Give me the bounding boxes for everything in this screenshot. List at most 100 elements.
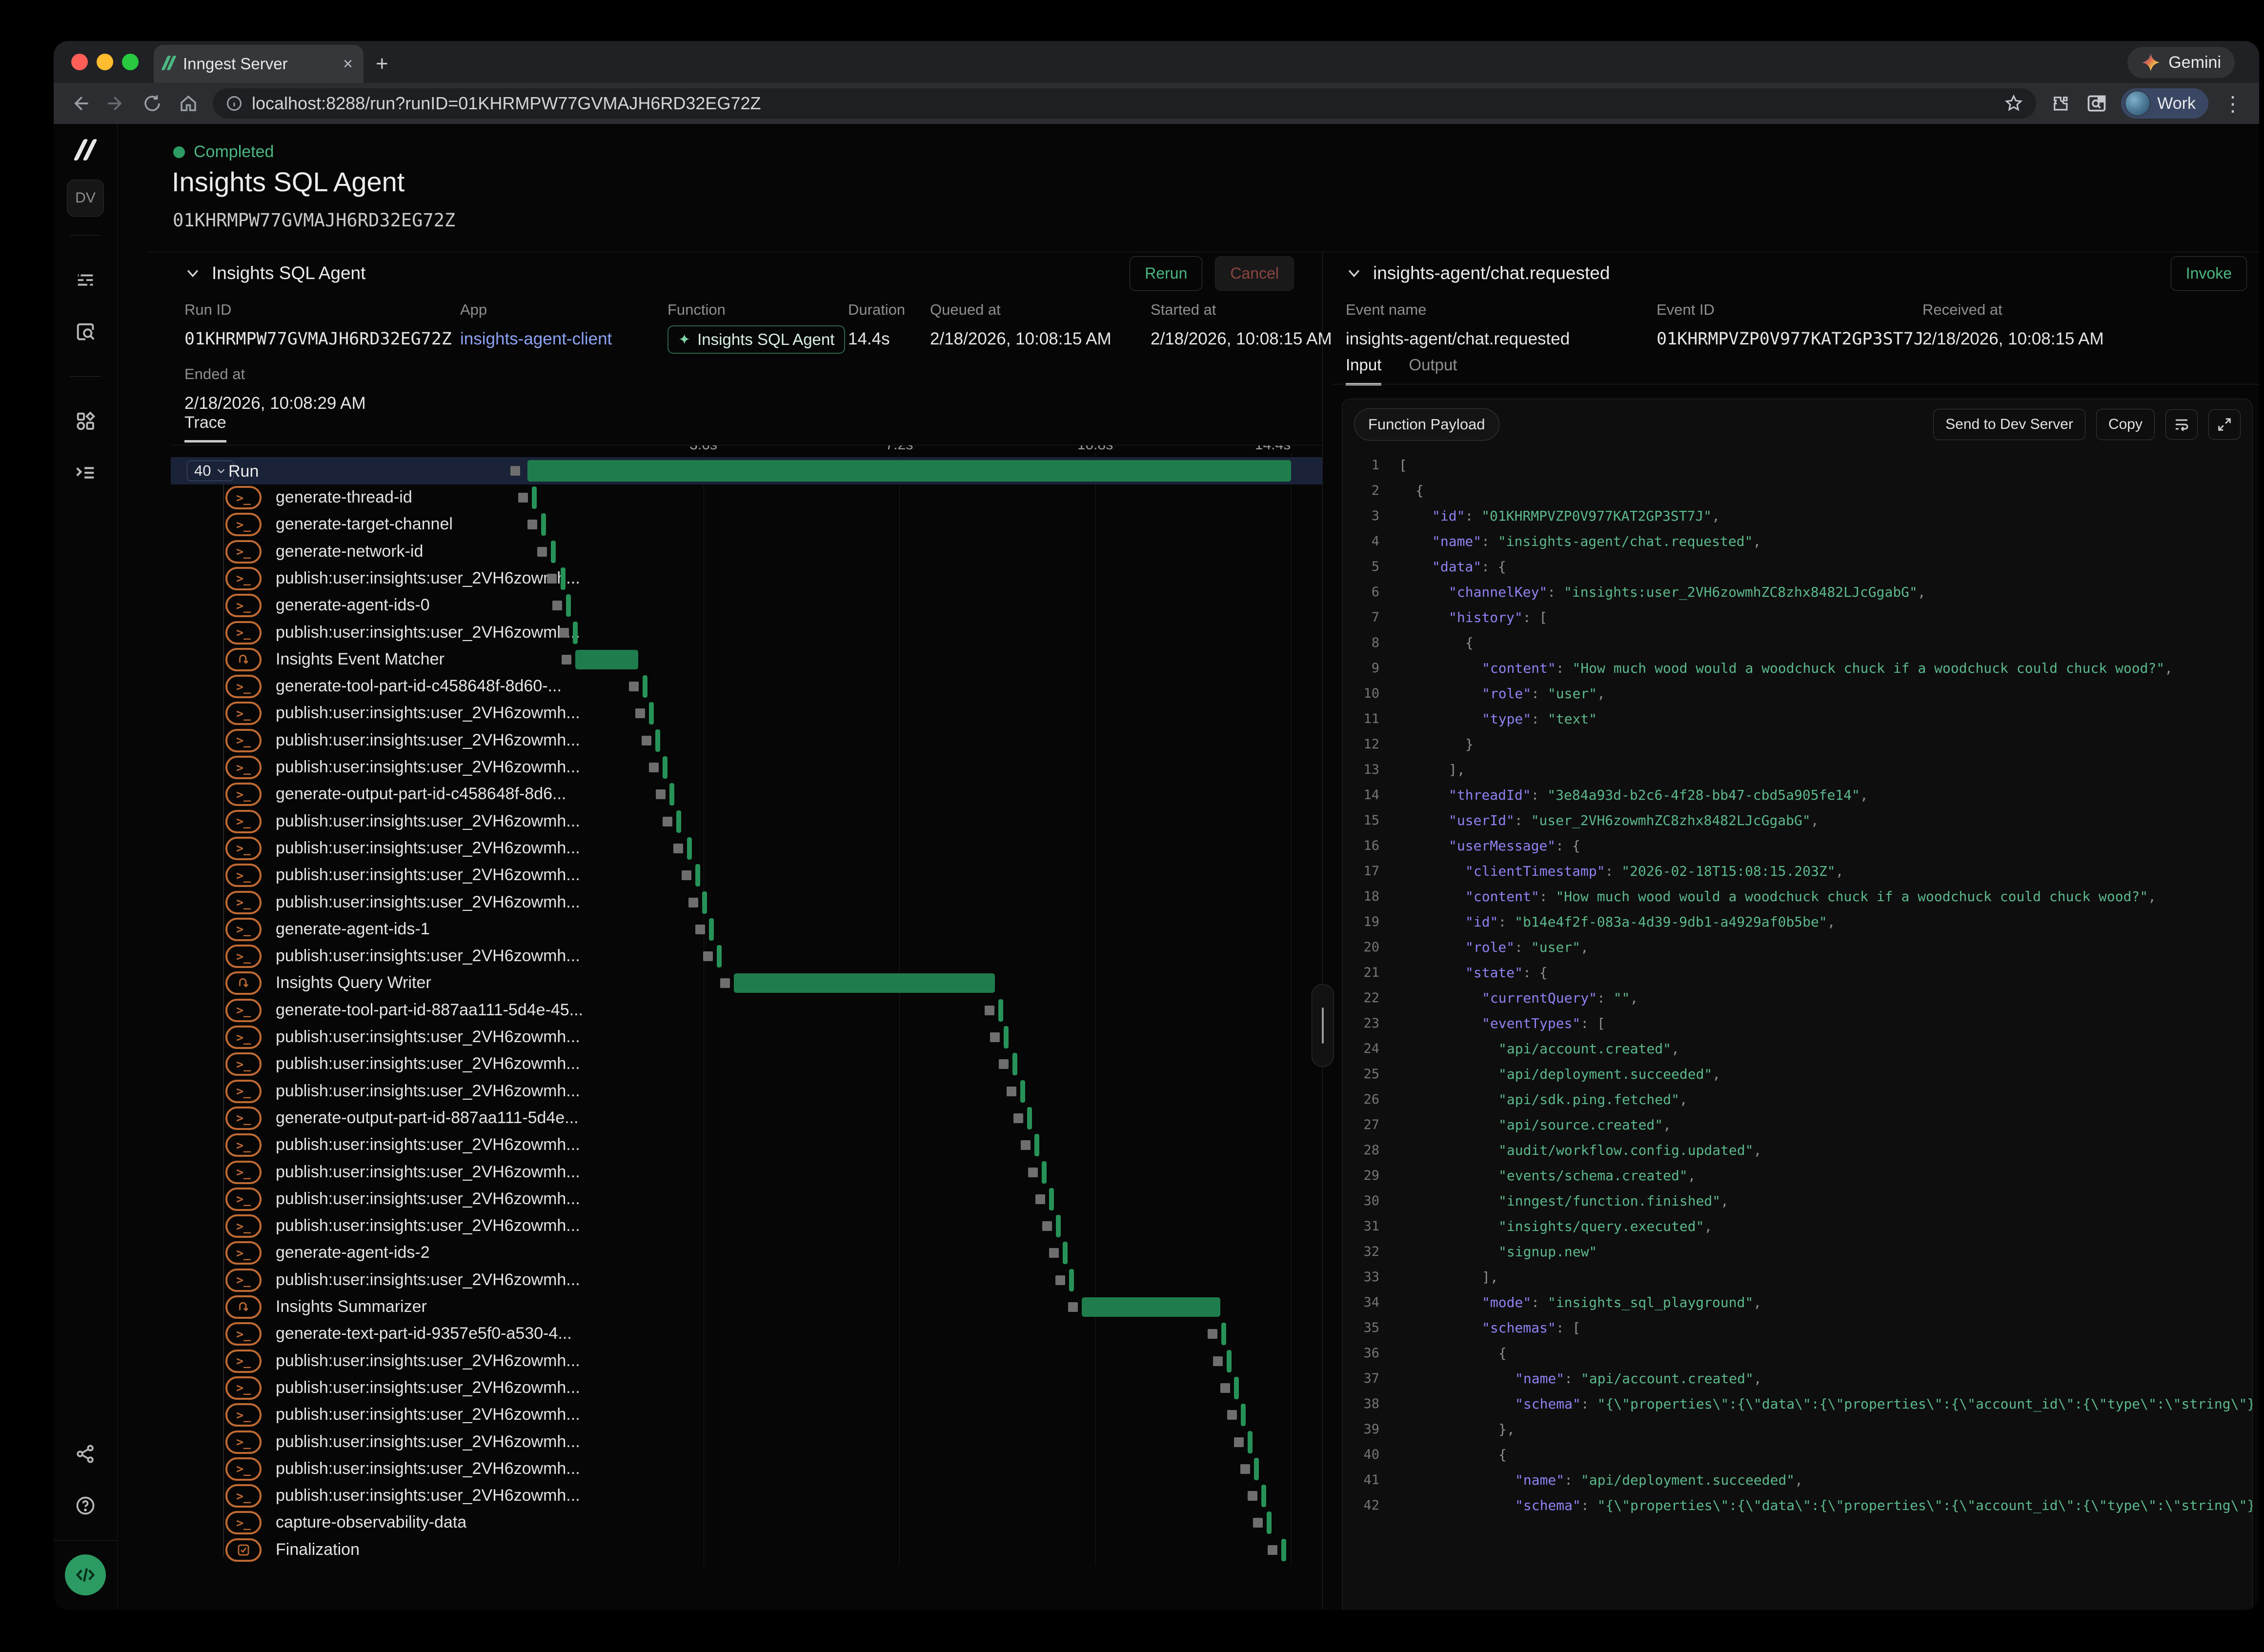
trace-row[interactable]: >_publish:user:insights:user_2VH6zowmh..… bbox=[171, 1024, 1322, 1051]
share-icon[interactable] bbox=[67, 1436, 103, 1472]
rerun-button[interactable]: Rerun bbox=[1130, 256, 1202, 291]
run-span-bar[interactable] bbox=[527, 460, 1291, 482]
window-minimize-button[interactable] bbox=[97, 54, 113, 70]
copy-button[interactable]: Copy bbox=[2096, 409, 2155, 440]
step-span-bar[interactable] bbox=[998, 999, 1003, 1022]
step-span-bar[interactable] bbox=[1221, 1323, 1226, 1345]
trace-row[interactable]: >_publish:user:insights:user_2VH6zowmh..… bbox=[171, 565, 1322, 592]
step-span-bar[interactable] bbox=[676, 810, 681, 833]
trace-row[interactable]: >_publish:user:insights:user_2VH6zowmh..… bbox=[171, 1213, 1322, 1240]
step-span-bar[interactable] bbox=[1034, 1134, 1039, 1156]
step-span-bar[interactable] bbox=[655, 729, 660, 752]
step-span-bar[interactable] bbox=[573, 622, 578, 644]
url-text[interactable]: localhost:8288/run?runID=01KHRMPW77GVMAJ… bbox=[252, 93, 1995, 114]
trace-row[interactable]: Finalization bbox=[171, 1537, 1322, 1564]
window-close-button[interactable] bbox=[71, 54, 88, 70]
tab-output[interactable]: Output bbox=[1409, 356, 1457, 385]
step-span-bar[interactable] bbox=[1020, 1080, 1025, 1103]
trace-row[interactable]: Insights Query Writer bbox=[171, 970, 1322, 997]
step-span-bar[interactable] bbox=[575, 650, 638, 669]
trace-row[interactable]: Insights Summarizer bbox=[171, 1294, 1322, 1321]
trace-row[interactable]: >_generate-network-id bbox=[171, 539, 1322, 565]
trace-row[interactable]: >_generate-output-part-id-887aa111-5d4e.… bbox=[171, 1105, 1322, 1132]
trace-row[interactable]: >_publish:user:insights:user_2VH6zowmh..… bbox=[171, 1429, 1322, 1456]
trace-row[interactable]: >_publish:user:insights:user_2VH6zowmh..… bbox=[171, 727, 1322, 754]
step-span-bar[interactable] bbox=[643, 675, 647, 698]
step-span-bar[interactable] bbox=[1261, 1485, 1266, 1507]
reload-icon[interactable] bbox=[141, 92, 164, 115]
back-icon[interactable] bbox=[68, 92, 92, 115]
trace-row[interactable]: >_publish:user:insights:user_2VH6zowmh..… bbox=[171, 835, 1322, 862]
invoke-button[interactable]: Invoke bbox=[2171, 256, 2247, 291]
trace-row[interactable]: >_publish:user:insights:user_2VH6zowmh..… bbox=[171, 889, 1322, 916]
trace-row[interactable]: >_publish:user:insights:user_2VH6zowmh..… bbox=[171, 1267, 1322, 1294]
trace-row[interactable]: >_generate-agent-ids-1 bbox=[171, 916, 1322, 943]
step-span-bar[interactable] bbox=[702, 891, 707, 914]
send-to-dev-server-button[interactable]: Send to Dev Server bbox=[1933, 409, 2085, 440]
step-span-bar[interactable] bbox=[649, 702, 654, 725]
trace-row[interactable]: >_publish:user:insights:user_2VH6zowmh..… bbox=[171, 1348, 1322, 1375]
trace-run-row[interactable]: 40 Run bbox=[171, 457, 1322, 484]
trace-row[interactable]: >_publish:user:insights:user_2VH6zowmh..… bbox=[171, 862, 1322, 889]
trace-row[interactable]: >_publish:user:insights:user_2VH6zowmh..… bbox=[171, 1159, 1322, 1186]
trace-row[interactable]: >_generate-target-channel bbox=[171, 511, 1322, 538]
forward-icon[interactable] bbox=[104, 92, 128, 115]
trace-row[interactable]: >_generate-output-part-id-c458648f-8d6..… bbox=[171, 781, 1322, 808]
browser-tab[interactable]: Inngest Server × bbox=[154, 45, 364, 83]
step-span-bar[interactable] bbox=[1281, 1539, 1286, 1561]
step-span-bar[interactable] bbox=[717, 945, 722, 967]
trace-row[interactable]: >_publish:user:insights:user_2VH6zowmh..… bbox=[171, 700, 1322, 727]
step-span-bar[interactable] bbox=[561, 567, 566, 590]
step-span-bar[interactable] bbox=[532, 486, 537, 509]
step-span-bar[interactable] bbox=[1027, 1107, 1032, 1129]
panel-resize-handle[interactable] bbox=[1312, 984, 1334, 1067]
new-tab-button[interactable]: + bbox=[376, 52, 388, 76]
step-span-bar[interactable] bbox=[1241, 1404, 1246, 1426]
address-bar[interactable]: localhost:8288/run?runID=01KHRMPW77GVMAJ… bbox=[213, 88, 2036, 119]
gemini-button[interactable]: Gemini bbox=[2127, 47, 2235, 78]
event-section-header[interactable]: insights-agent/chat.requested bbox=[1346, 263, 1610, 283]
trace-row[interactable]: >_publish:user:insights:user_2VH6zowmh..… bbox=[171, 1402, 1322, 1429]
browser-menu-icon[interactable]: ⋮ bbox=[2221, 92, 2244, 115]
trace-row[interactable]: >_publish:user:insights:user_2VH6zowmh..… bbox=[171, 808, 1322, 835]
word-wrap-icon[interactable] bbox=[2165, 409, 2198, 440]
trace-row[interactable]: >_publish:user:insights:user_2VH6zowmh..… bbox=[171, 620, 1322, 646]
step-span-bar[interactable] bbox=[1042, 1161, 1047, 1184]
run-section-header[interactable]: Insights SQL Agent bbox=[184, 263, 365, 283]
site-info-icon[interactable] bbox=[225, 95, 243, 112]
step-span-bar[interactable] bbox=[541, 513, 546, 536]
step-span-bar[interactable] bbox=[1063, 1242, 1068, 1264]
profile-button[interactable]: Work bbox=[2121, 88, 2208, 119]
tab-input[interactable]: Input bbox=[1346, 356, 1381, 385]
trace-row[interactable]: >_generate-agent-ids-2 bbox=[171, 1240, 1322, 1267]
dev-server-nav-icon[interactable] bbox=[67, 455, 103, 491]
step-span-bar[interactable] bbox=[1254, 1458, 1259, 1480]
step-span-bar[interactable] bbox=[1004, 1026, 1009, 1048]
step-span-bar[interactable] bbox=[1234, 1377, 1239, 1399]
step-span-bar[interactable] bbox=[734, 973, 995, 993]
step-span-bar[interactable] bbox=[1069, 1269, 1074, 1291]
events-search-nav-icon[interactable] bbox=[67, 314, 103, 350]
trace-row[interactable]: >_generate-tool-part-id-c458648f-8d60-..… bbox=[171, 673, 1322, 700]
trace-row[interactable]: >_publish:user:insights:user_2VH6zowmh..… bbox=[171, 754, 1322, 781]
step-span-bar[interactable] bbox=[1012, 1053, 1017, 1075]
trace-row[interactable]: >_publish:user:insights:user_2VH6zowmh..… bbox=[171, 1456, 1322, 1483]
step-span-bar[interactable] bbox=[1267, 1511, 1272, 1534]
trace-row[interactable]: >_publish:user:insights:user_2VH6zowmh..… bbox=[171, 1375, 1322, 1402]
trace-row[interactable]: >_publish:user:insights:user_2VH6zowmh..… bbox=[171, 1078, 1322, 1105]
step-span-bar[interactable] bbox=[669, 783, 674, 806]
apps-nav-icon[interactable] bbox=[67, 403, 103, 439]
runs-nav-icon[interactable] bbox=[67, 262, 103, 298]
env-badge[interactable]: DV bbox=[67, 180, 104, 217]
step-span-bar[interactable] bbox=[687, 837, 692, 860]
home-icon[interactable] bbox=[177, 92, 200, 115]
payload-json-code[interactable]: 1[2{3"id": "01KHRMPVZP0V977KAT2GP3ST7J",… bbox=[1342, 453, 2252, 1610]
step-span-bar[interactable] bbox=[663, 756, 667, 779]
function-payload-toggle[interactable]: Function Payload bbox=[1354, 408, 1499, 441]
window-zoom-button[interactable] bbox=[122, 54, 139, 70]
help-icon[interactable] bbox=[67, 1488, 103, 1524]
step-span-bar[interactable] bbox=[1248, 1431, 1253, 1453]
extensions-icon[interactable] bbox=[2049, 92, 2072, 115]
step-span-bar[interactable] bbox=[1056, 1215, 1061, 1237]
side-panel-search-icon[interactable] bbox=[2085, 92, 2108, 115]
